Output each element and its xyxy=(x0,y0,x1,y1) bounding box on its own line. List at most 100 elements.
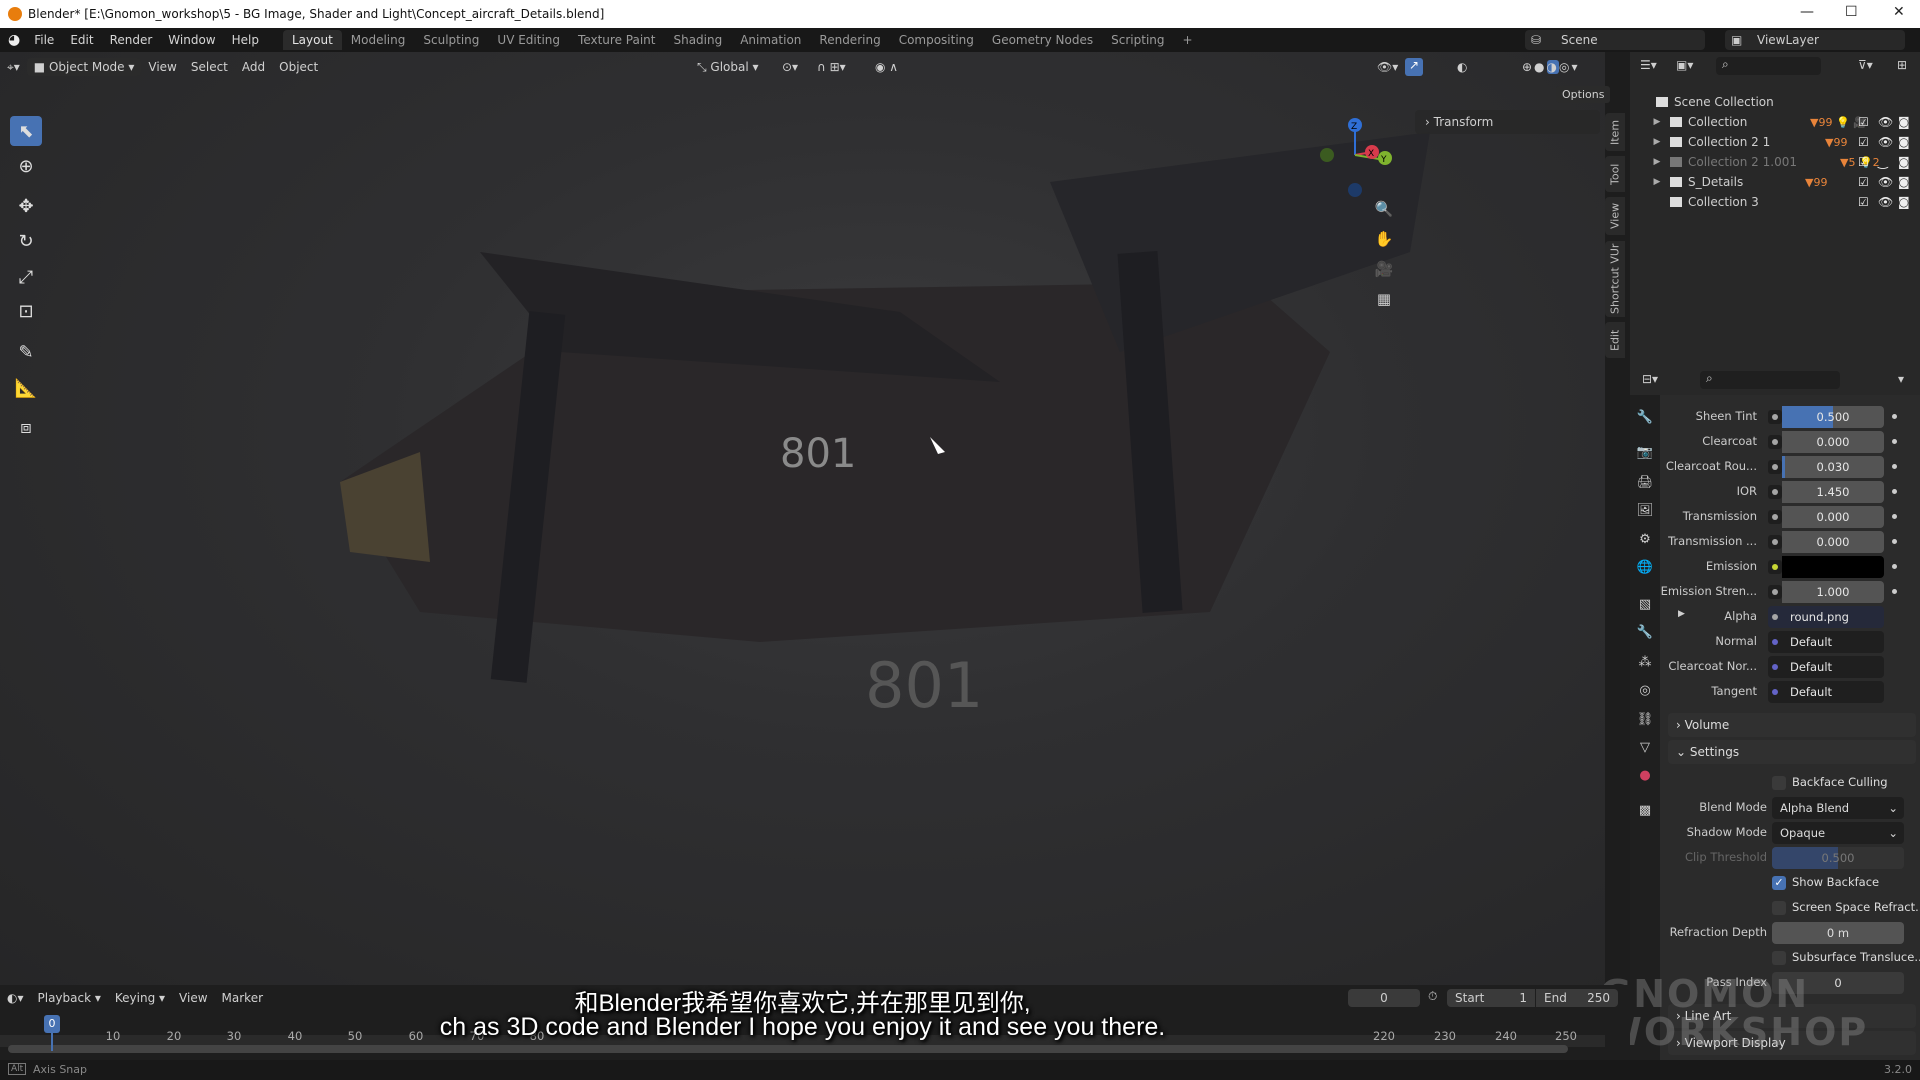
socket-icon[interactable] xyxy=(1768,585,1782,599)
eye-icon[interactable]: 👁 xyxy=(1878,115,1893,129)
outliner-row[interactable]: Collection 3 ☑ 👁 ◙ xyxy=(1630,192,1920,212)
cursor-tool-icon[interactable]: ⊕ xyxy=(10,151,42,181)
navigation-gizmo[interactable]: Z XY xyxy=(1310,110,1400,200)
properties-tab-view-layer-icon[interactable]: 🖼 xyxy=(1636,503,1654,518)
options-button[interactable]: Options xyxy=(1556,86,1611,103)
display-mode-icon[interactable]: ☰▾ xyxy=(1640,58,1657,72)
tab-geometry-nodes[interactable]: Geometry Nodes xyxy=(983,30,1102,50)
move-tool-icon[interactable]: ✥ xyxy=(10,191,42,221)
outliner-search-input[interactable]: ⌕ xyxy=(1716,57,1821,75)
clip-threshold-field[interactable]: 0.500 xyxy=(1772,847,1904,869)
menu-window[interactable]: Window xyxy=(160,33,223,47)
tab-rendering[interactable]: Rendering xyxy=(810,30,889,50)
properties-tab-modifier-icon[interactable]: 🔧 xyxy=(1636,625,1654,640)
value-slider[interactable]: 1.450 xyxy=(1782,481,1884,503)
maximize-button[interactable]: ☐ xyxy=(1845,4,1858,20)
eye-icon[interactable]: 👁 xyxy=(1878,135,1893,149)
socket-icon[interactable] xyxy=(1768,610,1782,624)
settings-panel-header[interactable]: ⌄ Settings xyxy=(1668,740,1916,764)
add-workspace-button[interactable]: + xyxy=(1174,30,1202,50)
expand-arrow-icon[interactable]: ▶ xyxy=(1650,157,1664,167)
properties-tab-output-icon[interactable]: 🖨 xyxy=(1636,475,1654,490)
keyframe-dot-icon[interactable] xyxy=(1892,414,1897,419)
properties-tab-physics-icon[interactable]: ◎ xyxy=(1636,683,1654,698)
visibility-icon[interactable]: 👁▾ xyxy=(1370,58,1405,76)
expand-arrow-icon[interactable]: ▶ xyxy=(1650,137,1664,147)
exclude-checkbox-icon[interactable]: ☑ xyxy=(1858,155,1869,169)
menu-file[interactable]: File xyxy=(26,33,62,47)
menu-view[interactable]: View xyxy=(141,58,183,76)
close-button[interactable]: ✕ xyxy=(1893,4,1905,20)
line-art-panel-header[interactable]: › Line Art xyxy=(1668,1004,1916,1028)
mode-selector[interactable]: ■ Object Mode ▾ xyxy=(26,58,142,76)
annotate-tool-icon[interactable]: ✎ xyxy=(10,337,42,367)
proportional-edit-icon[interactable]: ◉ ∧ xyxy=(868,58,905,76)
properties-tab-data-icon[interactable]: ▽ xyxy=(1636,740,1654,755)
keyframe-dot-icon[interactable] xyxy=(1892,589,1897,594)
tab-animation[interactable]: Animation xyxy=(731,30,810,50)
keyframe-dot-icon[interactable] xyxy=(1892,564,1897,569)
blender-menu-icon[interactable]: ◕ xyxy=(0,32,26,48)
properties-tab-render-icon[interactable]: 📷 xyxy=(1636,445,1654,460)
zoom-icon[interactable]: 🔍 xyxy=(1372,200,1396,224)
value-slider[interactable]: 0.500 xyxy=(1782,406,1884,428)
properties-tab-world-icon[interactable]: 🌐 xyxy=(1636,560,1654,575)
pass-index-field[interactable]: 0 xyxy=(1772,972,1904,994)
outliner-row[interactable]: ▶ S_Details ▼99 ☑ 👁 ◙ xyxy=(1630,172,1920,192)
snap-icon[interactable]: ∩ ⊞▾ xyxy=(810,58,853,76)
view-layer-selector[interactable]: ▣ ViewLayer xyxy=(1725,30,1905,50)
socket-icon[interactable] xyxy=(1768,460,1782,474)
hidden-eye-icon[interactable]: ‿ xyxy=(1878,155,1888,169)
expand-arrow-icon[interactable]: ▶ xyxy=(1650,177,1664,187)
properties-tab-particles-icon[interactable]: ⁂ xyxy=(1636,655,1654,670)
value-slider[interactable]: 1.000 xyxy=(1782,581,1884,603)
keyframe-dot-icon[interactable] xyxy=(1892,514,1897,519)
overlay-icon[interactable]: ◐ xyxy=(1450,58,1474,76)
exclude-checkbox-icon[interactable]: ☑ xyxy=(1858,195,1869,209)
ssr-checkbox[interactable] xyxy=(1772,901,1786,915)
eye-icon[interactable]: 👁 xyxy=(1878,195,1893,209)
properties-tab-material-icon[interactable]: ● xyxy=(1636,768,1654,783)
keyframe-dot-icon[interactable] xyxy=(1892,539,1897,544)
exclude-checkbox-icon[interactable]: ☑ xyxy=(1858,175,1869,189)
socket-icon[interactable] xyxy=(1768,635,1782,649)
menu-edit[interactable]: Edit xyxy=(62,33,101,47)
socket-icon[interactable] xyxy=(1768,560,1782,574)
measure-tool-icon[interactable]: 📐 xyxy=(10,373,42,403)
camera-render-icon[interactable]: ◙ xyxy=(1898,115,1910,129)
scene-selector[interactable]: ⛁ Scene xyxy=(1525,30,1705,50)
properties-tab-object-icon[interactable]: ▧ xyxy=(1636,597,1654,612)
shadow-mode-dropdown[interactable]: Opaque ⌄ xyxy=(1772,822,1904,844)
editor-type-icon[interactable]: ⊟▾ xyxy=(1642,372,1658,386)
emission-color-field[interactable] xyxy=(1782,556,1884,578)
sidebar-tab-view[interactable]: View xyxy=(1605,197,1625,235)
socket-icon[interactable] xyxy=(1768,685,1782,699)
socket-icon[interactable] xyxy=(1768,485,1782,499)
options-chevron-icon[interactable]: ▾ xyxy=(1898,372,1904,386)
select-tool-icon[interactable]: ⬉ xyxy=(10,116,42,146)
properties-tab-scene-icon[interactable]: ⚙ xyxy=(1636,532,1654,547)
tab-uv-editing[interactable]: UV Editing xyxy=(488,30,569,50)
socket-icon[interactable] xyxy=(1768,435,1782,449)
properties-tab-tool-icon[interactable]: 🔧 xyxy=(1636,410,1654,425)
filter-icon[interactable]: ⊽▾ xyxy=(1858,58,1873,72)
new-collection-icon[interactable]: ⊞ xyxy=(1897,58,1907,72)
refraction-depth-field[interactable]: 0 m xyxy=(1772,922,1904,944)
camera-view-icon[interactable]: 🎥 xyxy=(1372,260,1396,284)
socket-icon[interactable] xyxy=(1768,660,1782,674)
minimize-button[interactable]: — xyxy=(1800,4,1814,20)
orientation-selector[interactable]: ⤡ Global ▾ xyxy=(690,58,766,77)
sidebar-tab-item[interactable]: Item xyxy=(1605,113,1625,151)
shading-modes[interactable]: ⊕●◑◎▾ xyxy=(1515,58,1587,76)
volume-panel-header[interactable]: › Volume xyxy=(1668,713,1916,737)
tab-layout[interactable]: Layout xyxy=(282,30,342,50)
subsurface-checkbox[interactable] xyxy=(1772,951,1786,965)
expand-arrow-icon[interactable]: ▶ xyxy=(1678,609,1685,619)
value-slider[interactable]: 0.000 xyxy=(1782,531,1884,553)
camera-render-icon[interactable]: ◙ xyxy=(1898,135,1910,149)
tab-modeling[interactable]: Modeling xyxy=(342,30,415,50)
keyframe-dot-icon[interactable] xyxy=(1892,439,1897,444)
menu-select[interactable]: Select xyxy=(184,58,235,76)
transform-panel-header[interactable]: › Transform xyxy=(1415,110,1600,134)
keyframe-dot-icon[interactable] xyxy=(1892,489,1897,494)
